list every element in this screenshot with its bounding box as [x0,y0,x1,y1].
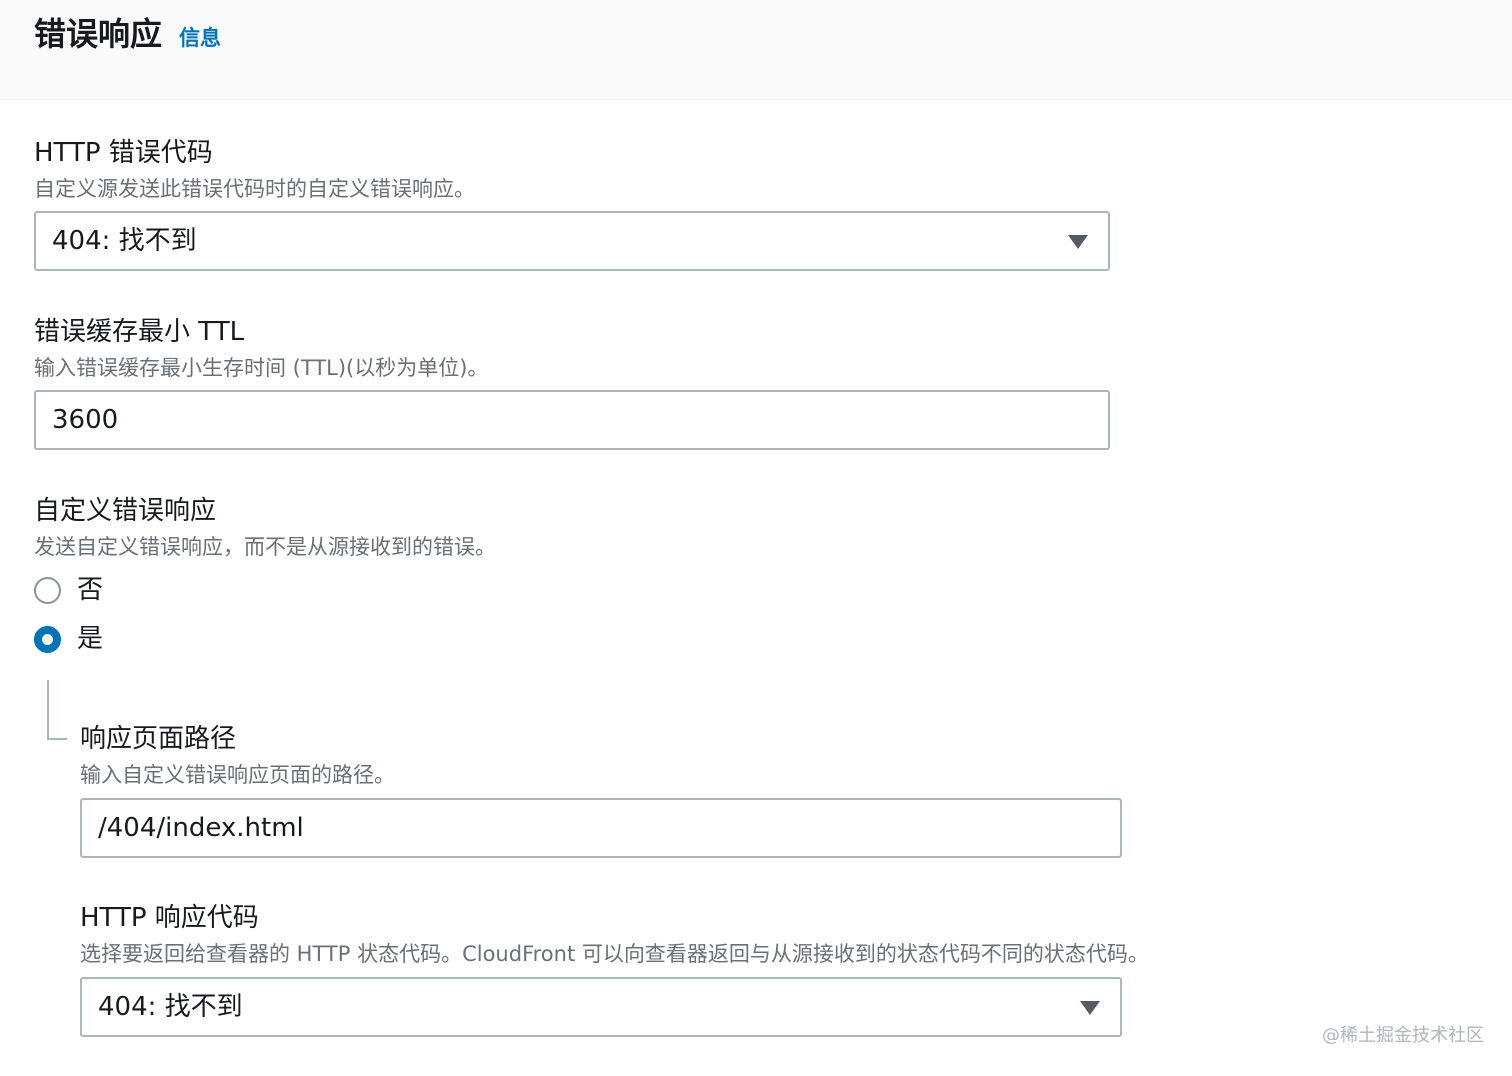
http-response-code-description: 选择要返回给查看器的 HTTP 状态代码。CloudFront 可以向查看器返回… [80,942,1149,966]
http-error-code-description: 自定义源发送此错误代码时的自定义错误响应。 [34,177,475,201]
custom-error-response-description: 发送自定义错误响应，而不是从源接收到的错误。 [34,535,496,559]
http-response-code-select[interactable]: 404: 找不到 [80,977,1122,1037]
watermark: @稀土掘金技术社区 [1322,1025,1484,1046]
info-link[interactable]: 信息 [179,24,221,52]
nested-connector-line [47,680,67,740]
caret-down-icon [1080,1001,1100,1015]
radio-no-label[interactable]: 否 [77,574,103,606]
http-error-code-label: HTTP 错误代码 [34,138,213,168]
error-cache-ttl-description: 输入错误缓存最小生存时间 (TTL)(以秒为单位)。 [34,356,489,380]
radio-yes[interactable] [34,626,61,653]
page-title: 错误响应 [34,15,163,53]
section-header: 错误响应 信息 [0,0,1512,100]
response-page-path-description: 输入自定义错误响应页面的路径。 [80,763,395,787]
caret-down-icon [1068,235,1088,249]
http-response-code-selected-value: 404: 找不到 [98,992,243,1022]
response-page-path-input[interactable]: /404/index.html [80,798,1122,858]
http-response-code-label: HTTP 响应代码 [80,903,259,933]
radio-no[interactable] [34,577,61,604]
error-cache-ttl-label: 错误缓存最小 TTL [34,317,245,347]
custom-error-response-label: 自定义错误响应 [34,496,217,526]
http-error-code-select[interactable]: 404: 找不到 [34,211,1110,271]
http-error-code-selected-value: 404: 找不到 [52,226,197,256]
response-page-path-value: /404/index.html [98,813,304,843]
radio-yes-label[interactable]: 是 [77,623,103,655]
error-cache-ttl-value: 3600 [52,405,119,435]
response-page-path-label: 响应页面路径 [80,724,237,754]
error-cache-ttl-input[interactable]: 3600 [34,390,1110,450]
